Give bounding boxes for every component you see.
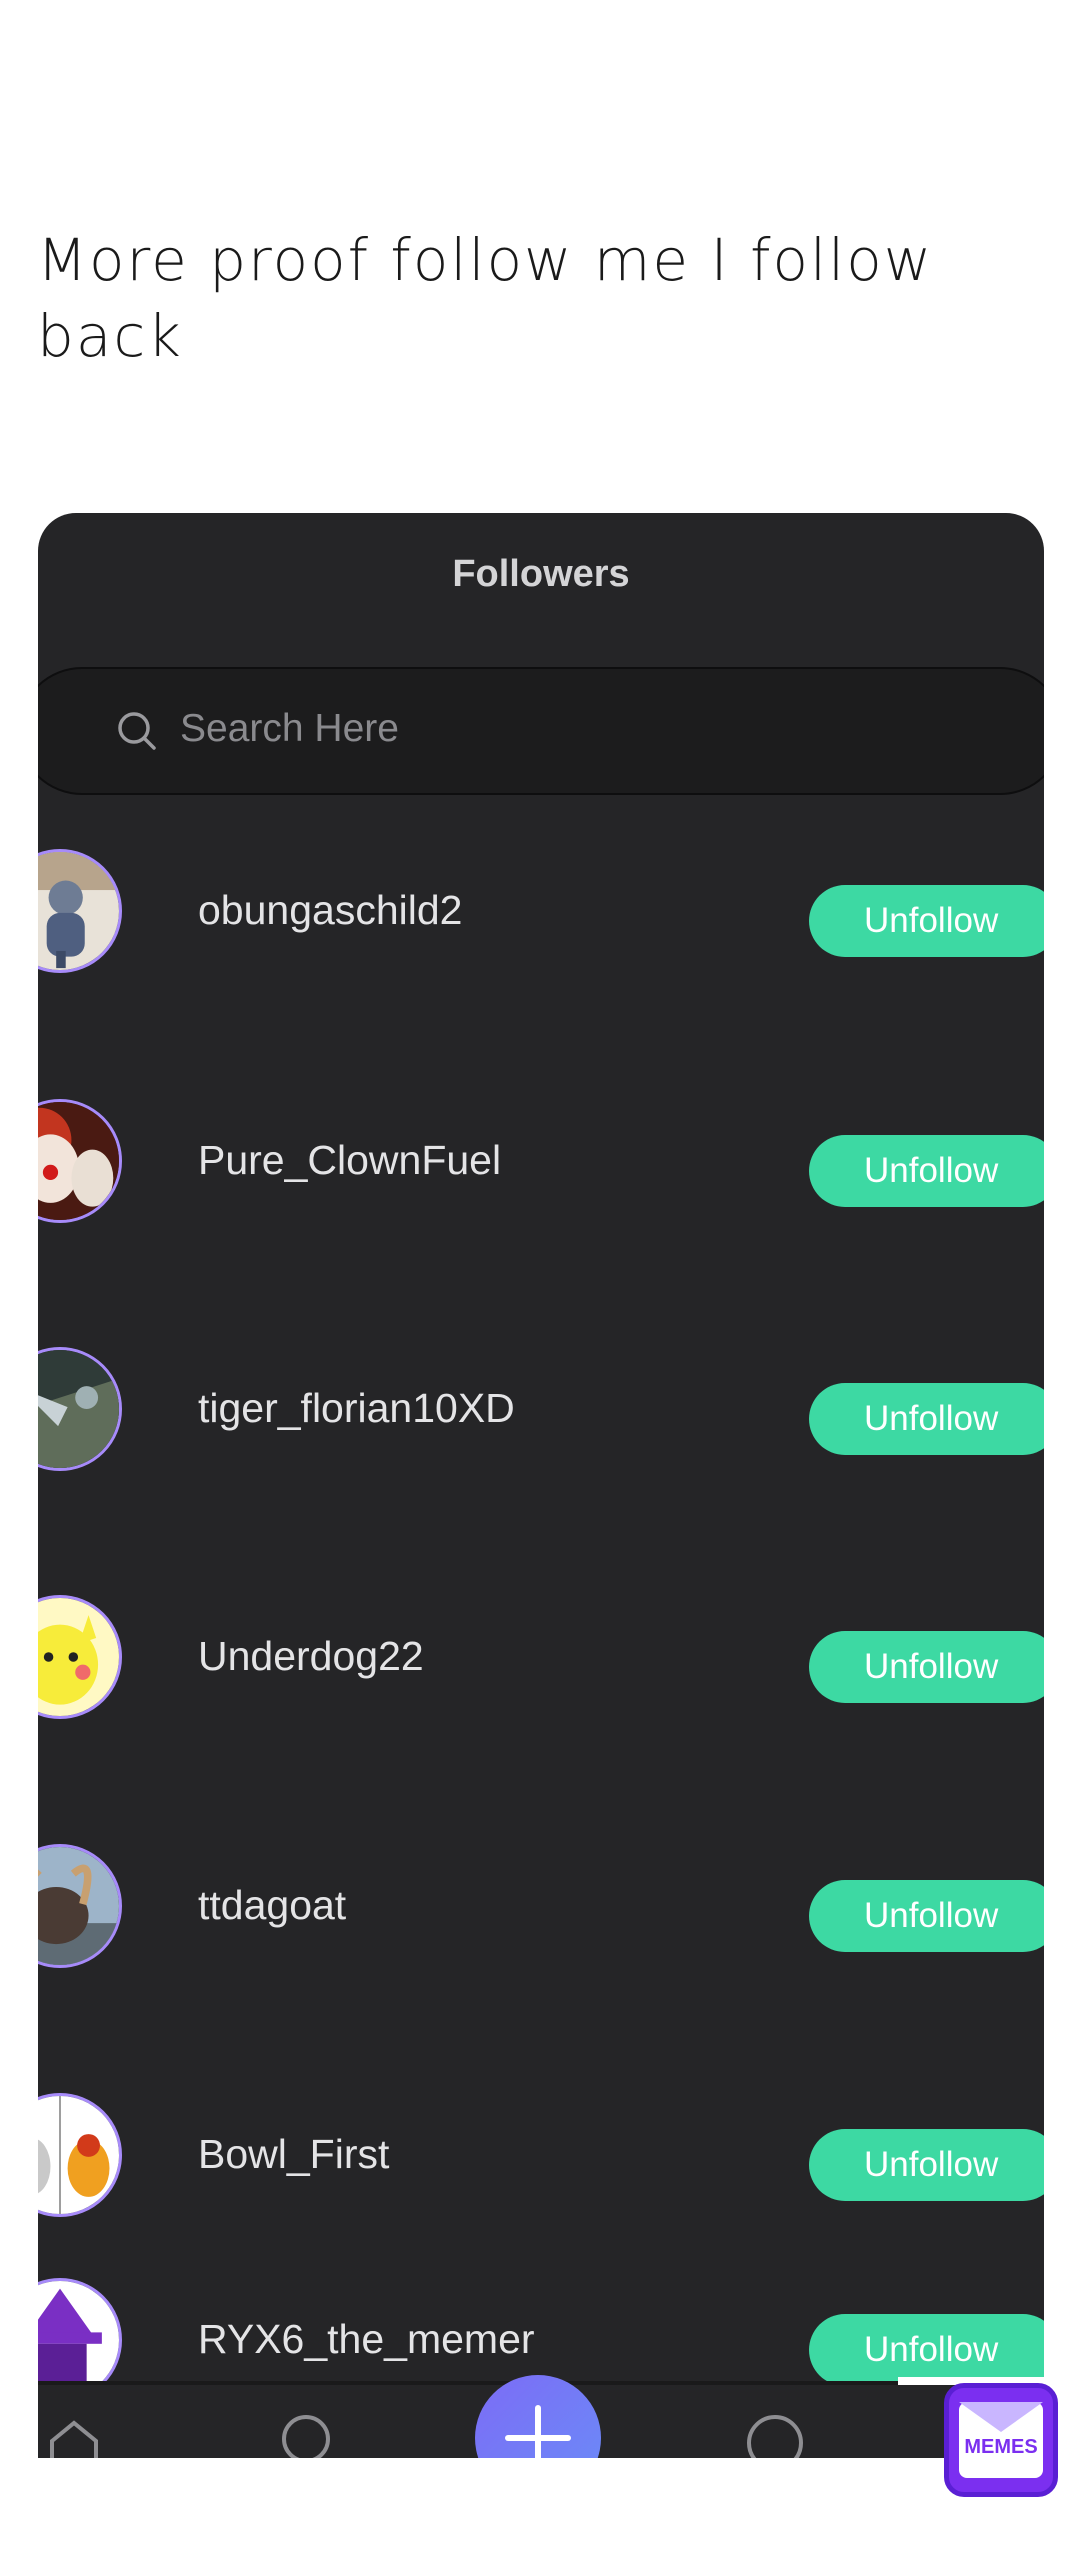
follower-row: Bowl_First Unfollow <box>38 2093 1044 2217</box>
unfollow-button[interactable]: Unfollow <box>809 1880 1044 1952</box>
avatar[interactable] <box>38 849 122 973</box>
avatar[interactable] <box>38 1099 122 1223</box>
avatar[interactable] <box>38 1844 122 1968</box>
unfollow-button[interactable]: Unfollow <box>809 1135 1044 1207</box>
search-placeholder: Search Here <box>180 707 399 750</box>
followers-screenshot: Followers Search Here obungaschild2 Unfo… <box>38 513 1044 2458</box>
avatar[interactable] <box>38 2093 122 2217</box>
follower-row: ttdagoat Unfollow <box>38 1844 1044 1968</box>
search-icon <box>118 712 156 750</box>
follower-row: Pure_ClownFuel Unfollow <box>38 1099 1044 1223</box>
unfollow-button[interactable]: Unfollow <box>809 2129 1044 2201</box>
chat-icon[interactable] <box>745 2413 805 2458</box>
username[interactable]: RYX6_the_memer <box>198 2316 535 2363</box>
follower-row: obungaschild2 Unfollow <box>38 849 1044 973</box>
memes-logo: MEMES <box>944 2383 1058 2497</box>
unfollow-button[interactable]: Unfollow <box>809 2314 1044 2386</box>
post-caption: More proof follow me I follow back <box>37 226 934 370</box>
logo-text: MEMES <box>964 2436 1038 2458</box>
bottom-margin <box>0 2458 1080 2558</box>
home-icon[interactable] <box>44 2413 104 2458</box>
search-icon[interactable] <box>278 2413 338 2458</box>
username[interactable]: obungaschild2 <box>198 887 462 934</box>
unfollow-button[interactable]: Unfollow <box>809 885 1044 957</box>
avatar[interactable] <box>38 1347 122 1471</box>
avatar[interactable] <box>38 1595 122 1719</box>
username[interactable]: Pure_ClownFuel <box>198 1137 501 1184</box>
unfollow-button[interactable]: Unfollow <box>809 1631 1044 1703</box>
unfollow-button[interactable]: Unfollow <box>809 1383 1044 1455</box>
follower-row: tiger_florian10XD Unfollow <box>38 1347 1044 1471</box>
username[interactable]: ttdagoat <box>198 1882 346 1929</box>
follower-row: Underdog22 Unfollow <box>38 1595 1044 1719</box>
username[interactable]: tiger_florian10XD <box>198 1385 515 1432</box>
search-bar[interactable]: Search Here <box>38 667 1044 795</box>
username[interactable]: Bowl_First <box>198 2131 389 2178</box>
username[interactable]: Underdog22 <box>198 1633 424 1680</box>
screen-title: Followers <box>452 553 630 595</box>
